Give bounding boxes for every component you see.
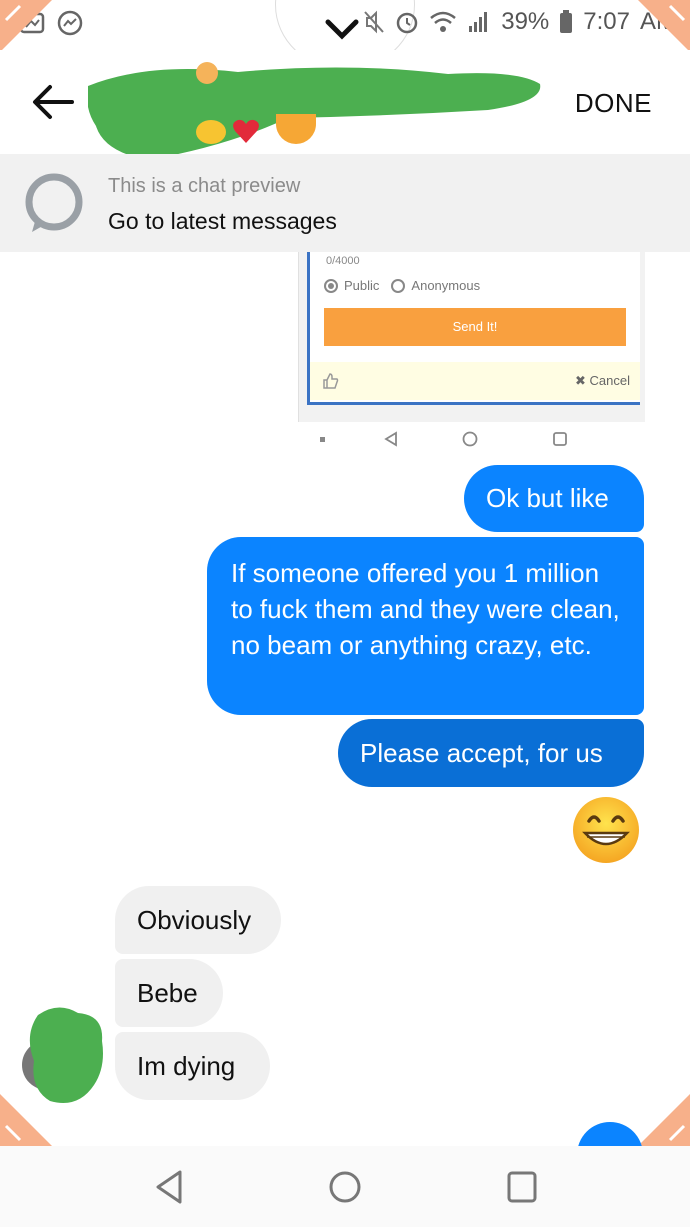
battery-percent: 39% [501, 8, 550, 35]
chat-preview-banner[interactable]: This is a chat preview Go to latest mess… [0, 154, 690, 252]
alarm-icon [396, 12, 418, 34]
go-to-latest-link[interactable]: Go to latest messages [108, 208, 337, 235]
screenshot-form: 0/4000 Public Anonymous Send It! ✖ Cance… [307, 252, 640, 405]
clock-time: 7:07 [583, 8, 630, 35]
preview-caption: This is a chat preview [108, 175, 301, 197]
screenshot-nav-bar [320, 431, 567, 447]
nav-back-icon[interactable] [152, 1168, 186, 1206]
chat-header: DONE [0, 50, 690, 160]
incoming-message[interactable]: Obviously [115, 886, 281, 954]
outgoing-message[interactable]: If someone offered you 1 million to fuck… [207, 537, 644, 715]
incoming-message[interactable]: Im dying [115, 1032, 270, 1100]
status-right-icons: 39% 7:07 AM [363, 8, 676, 36]
radio-public-icon [324, 278, 338, 293]
option-public-label: Public [344, 278, 380, 293]
screenshot-footer: ✖ Cancel [310, 362, 640, 400]
messenger-icon [57, 10, 83, 36]
done-button[interactable]: DONE [575, 88, 652, 119]
thumbs-up-icon [323, 373, 339, 389]
incoming-message[interactable]: Bebe [115, 959, 223, 1027]
nav-recents-icon[interactable] [505, 1168, 539, 1206]
redacted-contact-name [88, 67, 541, 160]
corner-marker-top-left [0, 0, 52, 52]
mute-icon [364, 10, 384, 34]
send-it-button: Send It! [324, 308, 626, 346]
emoji-fragment [196, 62, 218, 84]
battery-icon [560, 10, 573, 33]
sun-emoji-icon [196, 120, 226, 144]
redacted-avatar [29, 1007, 103, 1103]
outgoing-message[interactable]: Please accept, for us [338, 719, 644, 787]
chat-bubble-icon [25, 173, 83, 232]
radio-anonymous-icon [391, 278, 406, 293]
heart-icon [233, 119, 259, 143]
nav-home-icon[interactable] [327, 1168, 363, 1206]
wifi-icon [430, 11, 457, 32]
grinning-face-emoji-icon[interactable] [571, 795, 641, 865]
corner-marker-bottom-right [638, 1094, 690, 1146]
cancel-label: ✖ Cancel [575, 373, 630, 388]
outgoing-message[interactable]: Ok but like [464, 465, 644, 532]
system-nav-bar [0, 1146, 690, 1227]
shared-screenshot-image[interactable]: 0/4000 Public Anonymous Send It! ✖ Cance… [298, 252, 645, 422]
visibility-options: Public Anonymous [324, 278, 480, 293]
char-counter: 0/4000 [326, 255, 360, 267]
chevron-down-icon[interactable] [322, 14, 362, 44]
corner-marker-top-right [638, 0, 690, 52]
option-anonymous-label: Anonymous [411, 278, 481, 293]
signal-icon [469, 12, 488, 32]
back-arrow-icon[interactable] [30, 82, 74, 122]
status-bar: 39% 7:07 AM [0, 0, 690, 70]
